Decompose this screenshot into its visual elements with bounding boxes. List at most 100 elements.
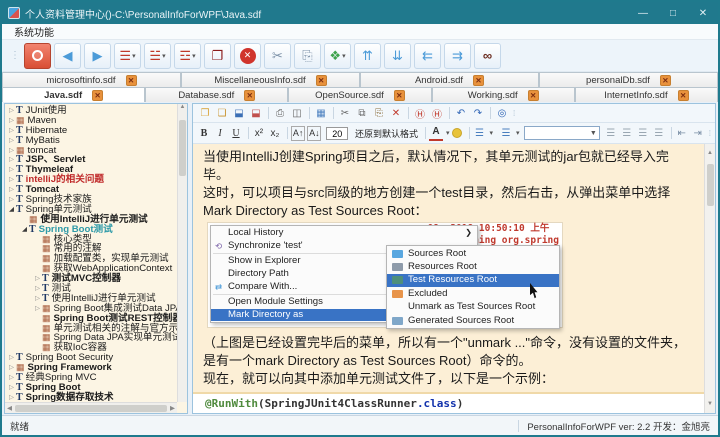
italic-button[interactable]: I [213, 126, 227, 141]
align-left-button[interactable]: ☰ [604, 126, 618, 141]
nav-back-button[interactable]: ◀ [54, 43, 81, 69]
tab-close-icon[interactable]: ✕ [126, 75, 137, 86]
expander-open-icon[interactable]: ◢ [20, 225, 29, 235]
delete-button[interactable]: ✕ [388, 106, 404, 121]
search-button[interactable]: ∞ [474, 43, 501, 69]
restore-format-button[interactable]: 还原到默认格式 [355, 127, 418, 140]
undo-button[interactable]: ↶ [453, 106, 469, 121]
search-button[interactable]: ◎ [494, 106, 510, 121]
tree-item[interactable]: ▷T测试MVC控制器 [7, 274, 176, 284]
numbered-list-button[interactable]: ☰ [499, 126, 513, 141]
scroll-down-icon[interactable]: ▼ [707, 395, 713, 413]
tab-android-sdf[interactable]: Android.sdf✕ [360, 72, 539, 87]
next-result-button[interactable]: ⇉ [444, 43, 471, 69]
tab-close-icon[interactable]: ✕ [244, 90, 255, 101]
chevron-down-icon[interactable]: ▾ [132, 52, 136, 60]
expander-closed-icon[interactable]: ▷ [7, 175, 16, 185]
expander-open-icon[interactable]: ◢ [7, 205, 16, 215]
chevron-down-icon[interactable]: ▾ [489, 129, 493, 137]
copy-node-button[interactable]: ❐ [204, 43, 231, 69]
tab-miscellaneousinfo-sdf[interactable]: MiscellaneousInfo.sdf✕ [181, 72, 360, 87]
scroll-thumb[interactable] [15, 405, 167, 412]
expander-closed-icon[interactable]: ▷ [7, 165, 16, 175]
style-combobox[interactable]: ▼ [524, 126, 600, 140]
move-node-button[interactable]: ❖▾ [324, 43, 351, 69]
expander-closed-icon[interactable]: ▷ [33, 284, 42, 294]
align-justify-button[interactable]: ☰ [652, 126, 666, 141]
tab-close-icon[interactable]: ✕ [678, 90, 689, 101]
expander-closed-icon[interactable]: ▷ [33, 294, 42, 304]
heading-end-button[interactable]: Ⓗ [429, 106, 445, 121]
insert-image-button[interactable]: ▦ [313, 106, 329, 121]
close-button[interactable]: ✕ [688, 2, 718, 24]
paste-node-button[interactable]: ⎘ [294, 43, 321, 69]
underline-button[interactable]: U [229, 126, 243, 141]
minimize-button[interactable]: — [628, 2, 658, 24]
superscript-button[interactable]: x² [252, 126, 266, 141]
expander-closed-icon[interactable]: ▷ [7, 195, 16, 205]
heading-start-button[interactable]: Ⓗ [412, 106, 428, 121]
scroll-left-icon[interactable]: ◀ [7, 404, 12, 412]
cut-node-button[interactable]: ✂ [264, 43, 291, 69]
scroll-right-icon[interactable]: ▶ [170, 404, 175, 412]
expander-closed-icon[interactable]: ▷ [33, 304, 42, 314]
highlight-color-button[interactable] [450, 126, 464, 141]
tab-close-icon[interactable]: ✕ [660, 75, 671, 86]
tree-horizontal-scrollbar[interactable]: ◀ ▶ [5, 402, 177, 413]
save-as-button[interactable]: ⬓ [248, 106, 264, 121]
tab-close-icon[interactable]: ✕ [92, 90, 103, 101]
bullet-list-button[interactable]: ☰ [472, 126, 486, 141]
shrink-font-button[interactable]: A↓ [307, 126, 321, 141]
save-button[interactable]: ⬓ [231, 106, 247, 121]
nav-forward-button[interactable]: ▶ [84, 43, 111, 69]
chevron-down-icon[interactable]: ▾ [192, 52, 196, 60]
print-preview-button[interactable]: ◫ [289, 106, 305, 121]
tab-personaldb-sdf[interactable]: personalDb.sdf✕ [539, 72, 718, 87]
align-center-button[interactable]: ☰ [620, 126, 634, 141]
add-sibling-node-button[interactable]: ☰▾ [114, 43, 141, 69]
maximize-button[interactable]: □ [658, 2, 688, 24]
expander-closed-icon[interactable]: ▷ [7, 373, 16, 383]
chevron-down-icon[interactable]: ▾ [516, 129, 520, 137]
subscript-button[interactable]: x₂ [268, 126, 282, 141]
chevron-down-icon[interactable]: ▾ [162, 52, 166, 60]
scroll-thumb[interactable] [179, 120, 186, 176]
expander-closed-icon[interactable]: ▷ [7, 383, 16, 393]
prev-result-button[interactable]: ⇇ [414, 43, 441, 69]
font-color-button[interactable]: A [429, 126, 443, 141]
tab-opensource-sdf[interactable]: OpenSource.sdf✕ [288, 87, 431, 102]
tab-database-sdf[interactable]: Database.sdf✕ [145, 87, 288, 102]
expander-closed-icon[interactable]: ▷ [7, 136, 16, 146]
move-up-button[interactable]: ⇈ [354, 43, 381, 69]
document-content[interactable]: 当使用IntelliJ创建Spring项目之后，默认情况下，其单元测试的jar包… [193, 144, 715, 413]
scroll-thumb[interactable] [707, 164, 714, 206]
add-child-node-button[interactable]: ☱▾ [144, 43, 171, 69]
open-from-db-button[interactable]: ❏ [214, 106, 230, 121]
exit-button[interactable] [24, 43, 51, 69]
font-size-input[interactable]: 20 [326, 127, 348, 140]
move-down-button[interactable]: ⇊ [384, 43, 411, 69]
cut-button[interactable]: ✂ [337, 106, 353, 121]
chevron-down-icon[interactable]: ▾ [342, 52, 346, 60]
paste-button[interactable]: ⎘ [371, 106, 387, 121]
toolbar-overflow-icon[interactable]: ⁞ [513, 109, 515, 118]
tab-internetinfo-sdf[interactable]: InternetInfo.sdf✕ [575, 87, 718, 102]
expander-closed-icon[interactable]: ▷ [7, 353, 16, 363]
expander-closed-icon[interactable]: ▷ [7, 185, 16, 195]
expander-closed-icon[interactable]: ▷ [7, 363, 16, 373]
tab-microsoftinfo-sdf[interactable]: microsoftinfo.sdf✕ [2, 72, 181, 87]
tab-close-icon[interactable]: ✕ [394, 90, 405, 101]
tab-java-sdf[interactable]: Java.sdf✕ [2, 87, 145, 102]
insert-node-button[interactable]: ☲▾ [174, 43, 201, 69]
expander-closed-icon[interactable]: ▷ [7, 116, 16, 126]
tab-close-icon[interactable]: ✕ [473, 75, 484, 86]
indent-increase-button[interactable]: ⇥ [691, 126, 705, 141]
expander-closed-icon[interactable]: ▷ [7, 106, 16, 116]
expander-closed-icon[interactable]: ▷ [7, 146, 16, 156]
redo-button[interactable]: ↷ [470, 106, 486, 121]
menu-system[interactable]: 系统功能 [8, 24, 60, 39]
scroll-up-icon[interactable]: ▲ [178, 104, 187, 110]
grow-font-button[interactable]: A↑ [291, 126, 305, 141]
tab-close-icon[interactable]: ✕ [528, 90, 539, 101]
expander-closed-icon[interactable]: ▷ [7, 155, 16, 165]
